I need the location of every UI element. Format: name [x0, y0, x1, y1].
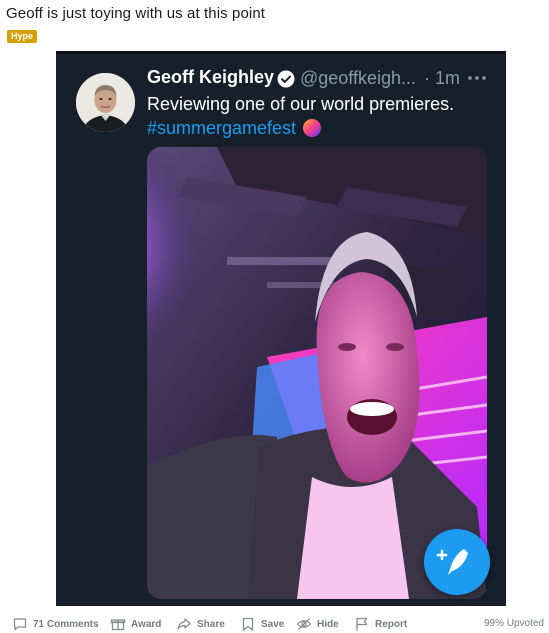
post-action-bar: 71 Comments Award Share Save Hide Report… — [0, 614, 549, 633]
share-button[interactable]: Share — [176, 614, 225, 633]
hide-button[interactable]: Hide — [296, 614, 339, 633]
hashtag-emoji-icon — [302, 118, 322, 138]
tweet-text: Reviewing one of our world premieres. — [147, 94, 455, 114]
save-label: Save — [261, 618, 285, 630]
bookmark-icon — [242, 617, 254, 631]
tweet-handle[interactable]: @geoffkeigh... — [300, 68, 416, 89]
report-button[interactable]: Report — [354, 614, 407, 633]
tweet-top-border — [56, 51, 506, 54]
comments-count-label: 71 Comments — [33, 618, 99, 630]
tweet-timestamp: · 1m — [424, 68, 460, 88]
tweet-hashtag-link[interactable]: #summergamefest — [147, 117, 296, 140]
report-label: Report — [375, 618, 408, 630]
flair-badge[interactable]: Hype — [7, 30, 38, 43]
compose-feather-icon — [436, 549, 468, 575]
more-dots-icon[interactable] — [467, 71, 487, 83]
award-label: Award — [131, 618, 162, 630]
verified-badge-icon — [277, 70, 295, 88]
hide-label: Hide — [317, 618, 339, 630]
save-button[interactable]: Save — [240, 614, 284, 633]
post-title[interactable]: Geoff is just toying with us at this poi… — [6, 5, 265, 22]
eye-slash-icon — [296, 618, 312, 630]
share-arrow-icon — [177, 618, 191, 630]
tweet-screenshot-image[interactable]: Geoff Keighley @geoffkeigh... · 1m Revie… — [56, 51, 506, 606]
tweet-display-name[interactable]: Geoff Keighley — [147, 67, 274, 88]
award-icon — [110, 619, 126, 631]
award-button[interactable]: Award — [110, 614, 161, 633]
avatar-portrait — [76, 73, 135, 132]
comment-icon — [13, 618, 27, 631]
flag-icon — [356, 617, 368, 631]
share-label: Share — [197, 618, 225, 630]
avatar — [76, 73, 135, 132]
comments-button[interactable]: 71 Comments — [12, 614, 99, 633]
upvote-ratio: 99% Upvoted — [483, 618, 544, 629]
compose-tweet-button[interactable] — [424, 529, 490, 595]
